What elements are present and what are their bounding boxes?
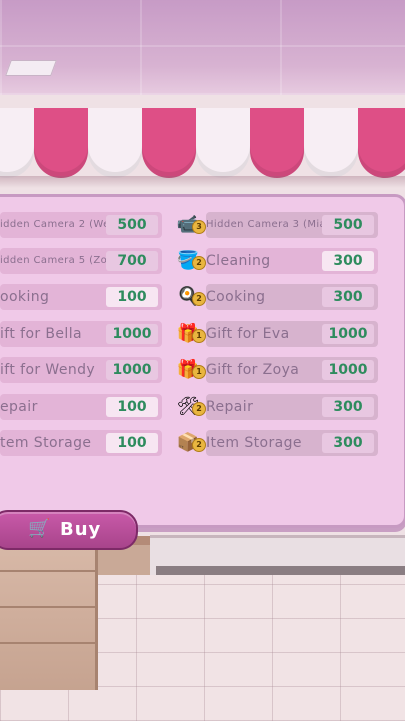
item-price: 1000	[322, 324, 374, 344]
awning-stripe	[196, 108, 250, 178]
shop-item-row[interactable]: ooking 100	[0, 284, 162, 310]
level-badge: 1	[192, 365, 206, 379]
item-price: 1000	[322, 360, 374, 380]
shop-item-row[interactable]: idden Camera 5 (Zoya) 700	[0, 248, 162, 274]
item-price: 1000	[106, 360, 158, 380]
shop-awning	[0, 108, 405, 180]
shop-item-row[interactable]: 📦 2 Item Storage 300	[177, 430, 378, 456]
item-price: 700	[106, 251, 158, 271]
shop-item-row[interactable]: 📹 3 Hidden Camera 3 (Mia) 500	[177, 212, 378, 238]
item-price: 500	[106, 215, 158, 235]
item-price: 300	[322, 251, 374, 271]
level-badge: 2	[192, 292, 206, 306]
shop-item-row[interactable]: ift for Bella 1000	[0, 321, 162, 347]
item-price: 1000	[106, 324, 158, 344]
item-price: 100	[106, 397, 158, 417]
shop-item-row[interactable]: 🍳 2 Cooking 300	[177, 284, 378, 310]
awning-stripe	[0, 108, 34, 178]
buy-button[interactable]: 🛒 Buy	[0, 510, 138, 550]
item-price: 100	[106, 433, 158, 453]
shop-item-row[interactable]: ift for Wendy 1000	[0, 357, 162, 383]
item-price: 300	[322, 397, 374, 417]
item-price: 500	[322, 215, 374, 235]
item-label: ift for Wendy	[0, 362, 96, 378]
item-label: Gift for Zoya	[206, 362, 300, 378]
awning-stripe	[34, 108, 88, 178]
level-badge: 2	[192, 438, 206, 452]
awning-shadow	[0, 176, 405, 188]
item-label: Gift for Eva	[206, 326, 290, 342]
awning-stripe	[250, 108, 304, 178]
awning-stripe	[358, 108, 405, 178]
item-label: Cooking	[206, 289, 266, 305]
item-label: Repair	[206, 399, 254, 415]
item-label: tem Storage	[0, 435, 92, 451]
shop-item-row[interactable]: epair 100	[0, 394, 162, 420]
item-price: 300	[322, 433, 374, 453]
ceiling-light	[5, 60, 57, 76]
cart-icon: 🛒	[28, 518, 51, 539]
shop-item-row[interactable]: 🪣 2 Cleaning 300	[177, 248, 378, 274]
shop-item-row[interactable]: idden Camera 2 (Wendy) 500	[0, 212, 162, 238]
shelf-base	[150, 535, 405, 580]
item-label: Item Storage	[206, 435, 302, 451]
item-label: ift for Bella	[0, 326, 82, 342]
level-badge: 3	[192, 220, 206, 234]
item-price: 100	[106, 287, 158, 307]
item-label: ooking	[0, 289, 50, 305]
shop-item-row[interactable]: tem Storage 100	[0, 430, 162, 456]
item-label: Hidden Camera 3 (Mia)	[206, 219, 331, 230]
level-badge: 1	[192, 329, 206, 343]
item-label: Cleaning	[206, 253, 271, 269]
level-badge: 2	[192, 256, 206, 270]
item-label: epair	[0, 399, 38, 415]
shop-counter	[0, 540, 98, 690]
awning-stripe	[88, 108, 142, 178]
buy-button-label: Buy	[60, 519, 102, 540]
awning-stripe	[304, 108, 358, 178]
shop-item-row[interactable]: 🛠 2 Repair 300	[177, 394, 378, 420]
shop-item-row[interactable]: 🎁 1 Gift for Zoya 1000	[177, 357, 378, 383]
ceiling	[0, 0, 405, 95]
awning-stripe	[142, 108, 196, 178]
level-badge: 2	[192, 402, 206, 416]
shop-item-row[interactable]: 🎁 1 Gift for Eva 1000	[177, 321, 378, 347]
item-price: 300	[322, 287, 374, 307]
